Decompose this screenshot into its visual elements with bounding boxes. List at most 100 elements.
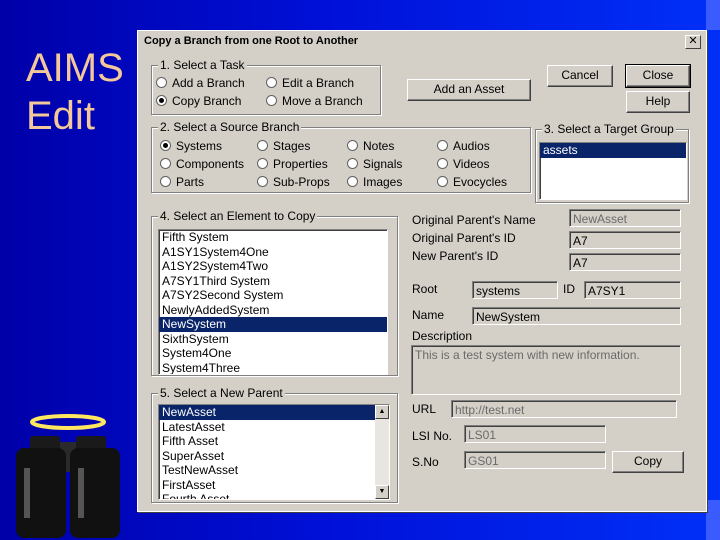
id-label: ID: [563, 282, 575, 296]
element-group: 4. Select an Element to Copy Fifth Syste…: [151, 209, 398, 376]
description-textarea[interactable]: This is a test system with new informati…: [411, 345, 681, 395]
slide-title: AIMS Edit: [26, 44, 124, 140]
list-item-selected[interactable]: NewAsset: [159, 405, 389, 420]
radio-icon: [437, 176, 448, 187]
radio-icon: [257, 140, 268, 151]
close-button[interactable]: Close: [625, 64, 691, 88]
original-parent-name-field[interactable]: NewAsset: [569, 209, 681, 227]
target-group: 3. Select a Target Group assets: [535, 122, 689, 203]
radio-properties[interactable]: Properties: [257, 157, 328, 171]
radio-copy-branch[interactable]: Copy Branch: [156, 94, 241, 108]
cancel-button[interactable]: Cancel: [547, 65, 613, 87]
radio-parts[interactable]: Parts: [160, 175, 204, 189]
radio-icon: [160, 158, 171, 169]
task-legend: 1. Select a Task: [158, 58, 247, 72]
s-no-label: S.No: [412, 455, 439, 469]
list-item[interactable]: A7SY2Second System: [159, 288, 387, 303]
original-parent-id-field[interactable]: A7: [569, 231, 681, 249]
radio-sub-props[interactable]: Sub-Props: [257, 175, 330, 189]
list-item[interactable]: FirstAsset: [159, 478, 389, 493]
target-legend: 3. Select a Target Group: [542, 122, 676, 136]
parent-group: 5. Select a New Parent NewAsset LatestAs…: [151, 386, 398, 503]
radio-icon: [156, 77, 167, 88]
element-legend: 4. Select an Element to Copy: [158, 209, 318, 223]
radio-icon: [160, 140, 171, 151]
radio-audios[interactable]: Audios: [437, 139, 490, 153]
url-field[interactable]: http://test.net: [451, 400, 677, 418]
radio-icon: [160, 176, 171, 187]
list-item[interactable]: Fourth Asset: [159, 492, 389, 499]
original-parent-name-label: Original Parent's Name: [412, 213, 536, 227]
root-label: Root: [412, 282, 438, 296]
radio-icon: [437, 158, 448, 169]
radio-icon: [257, 158, 268, 169]
radio-evocycles[interactable]: Evocycles: [437, 175, 507, 189]
binoculars-icon: [16, 414, 120, 538]
element-list[interactable]: Fifth System A1SY1System4One A1SY2System…: [158, 229, 388, 375]
dialog-title: Copy a Branch from one Root to Another: [144, 35, 359, 47]
add-asset-button[interactable]: Add an Asset: [407, 79, 531, 101]
list-item[interactable]: A7SY1Third System: [159, 274, 387, 289]
list-item[interactable]: SixthSystem: [159, 332, 387, 347]
source-branch-group: 2. Select a Source Branch Systems Stages…: [151, 120, 531, 193]
description-label: Description: [412, 329, 473, 343]
radio-icon: [347, 140, 358, 151]
url-label: URL: [412, 402, 437, 416]
slide-decoration-bar: [706, 0, 720, 30]
list-item[interactable]: assets: [540, 143, 686, 158]
dialog-close-icon[interactable]: ✕: [685, 35, 701, 49]
original-parent-id-label: Original Parent's ID: [412, 231, 516, 245]
list-item[interactable]: LatestAsset: [159, 420, 389, 435]
list-item[interactable]: A1SY1System4One: [159, 245, 387, 260]
parent-list-scrollbar[interactable]: ▲ ▼: [375, 405, 389, 499]
radio-icon: [437, 140, 448, 151]
radio-signals[interactable]: Signals: [347, 157, 402, 171]
radio-icon: [347, 158, 358, 169]
target-group-list[interactable]: assets: [539, 142, 687, 200]
list-item[interactable]: NewlyAddedSystem: [159, 303, 387, 318]
lsi-no-field[interactable]: LS01: [464, 425, 606, 443]
copy-branch-dialog: Copy a Branch from one Root to Another ✕…: [137, 30, 707, 512]
s-no-field[interactable]: GS01: [464, 451, 606, 469]
list-item[interactable]: Fifth System: [159, 230, 387, 245]
scroll-up-icon[interactable]: ▲: [375, 405, 389, 419]
slide-decoration-bar: [706, 500, 720, 540]
name-label: Name: [412, 308, 445, 322]
parent-list[interactable]: NewAsset LatestAsset Fifth Asset SuperAs…: [158, 404, 390, 500]
radio-components[interactable]: Components: [160, 157, 244, 171]
radio-videos[interactable]: Videos: [437, 157, 489, 171]
slide-title-line1: AIMS: [26, 46, 124, 90]
new-parent-id-label: New Parent's ID: [412, 249, 499, 263]
radio-icon: [266, 95, 277, 106]
radio-icon: [257, 176, 268, 187]
source-legend: 2. Select a Source Branch: [158, 120, 302, 134]
id-field[interactable]: A7SY1: [584, 281, 681, 299]
parent-legend: 5. Select a New Parent: [158, 386, 285, 400]
new-parent-id-field[interactable]: A7: [569, 253, 681, 271]
list-item[interactable]: A1SY2System4Two: [159, 259, 387, 274]
list-item-selected[interactable]: NewSystem: [159, 317, 387, 332]
scroll-down-icon[interactable]: ▼: [375, 485, 389, 499]
list-item[interactable]: TestNewAsset: [159, 463, 389, 478]
dialog-title-bar: Copy a Branch from one Root to Another ✕: [138, 31, 706, 51]
copy-button[interactable]: Copy: [612, 451, 684, 473]
list-item[interactable]: System4One: [159, 346, 387, 361]
help-button[interactable]: Help: [626, 91, 690, 113]
radio-icon: [156, 95, 167, 106]
radio-add-branch[interactable]: Add a Branch: [156, 76, 245, 90]
radio-images[interactable]: Images: [347, 175, 402, 189]
list-item[interactable]: System4Three: [159, 361, 387, 375]
radio-move-branch[interactable]: Move a Branch: [266, 94, 363, 108]
radio-systems[interactable]: Systems: [160, 139, 222, 153]
radio-icon: [266, 77, 277, 88]
root-field[interactable]: systems: [472, 281, 558, 299]
name-field[interactable]: NewSystem: [472, 307, 681, 325]
list-item[interactable]: SuperAsset: [159, 449, 389, 464]
radio-stages[interactable]: Stages: [257, 139, 310, 153]
lsi-no-label: LSI No.: [412, 429, 453, 443]
radio-edit-branch[interactable]: Edit a Branch: [266, 76, 354, 90]
list-item[interactable]: Fifth Asset: [159, 434, 389, 449]
radio-notes[interactable]: Notes: [347, 139, 394, 153]
slide-title-line2: Edit: [26, 94, 95, 138]
task-group: 1. Select a Task Add a Branch Edit a Bra…: [151, 58, 381, 115]
